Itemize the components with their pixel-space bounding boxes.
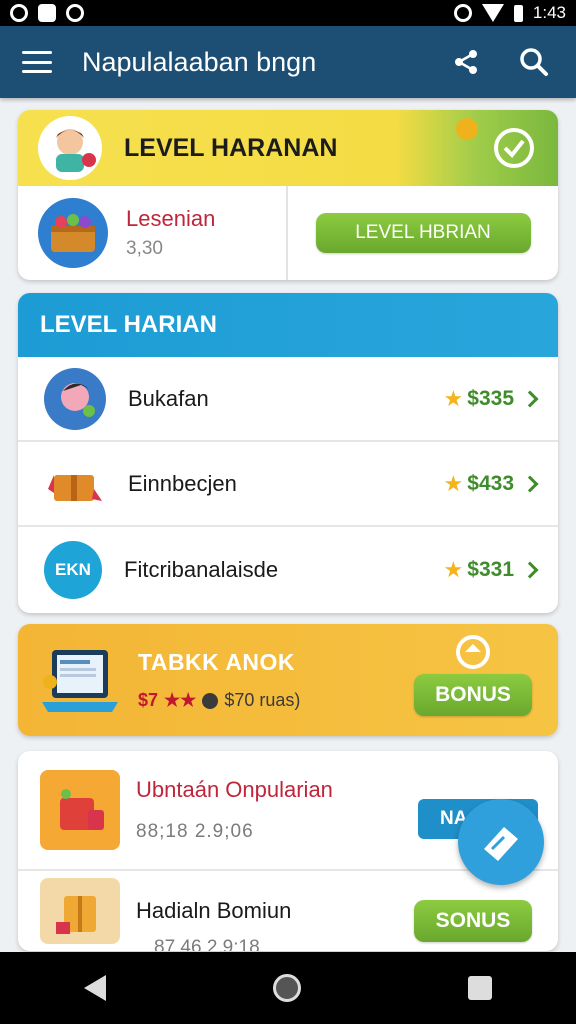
level-card-title: LEVEL HARANAN: [124, 133, 338, 162]
chevron-right-icon: [521, 561, 539, 578]
list-item-price: $331: [467, 557, 514, 581]
list-item-label: Fitcribanalaisde: [124, 556, 279, 582]
bonus-price: $7: [138, 690, 159, 710]
ticket-fab[interactable]: [458, 799, 544, 885]
sonus-button[interactable]: SONUS: [414, 900, 532, 942]
coin-icon: [456, 118, 478, 140]
gift-box-icon: [44, 453, 106, 515]
offer-name: Ubntaán Onpularian: [136, 777, 333, 802]
home-icon[interactable]: [272, 974, 301, 1002]
alarm-icon: [453, 4, 472, 22]
level-card: LEVEL HARANAN Lesenian 3,30 LEVEL HBRIAN: [18, 110, 558, 280]
offer-name: Hadialn Bomiun: [136, 898, 292, 923]
bonus-title: TABKK ANOK: [138, 649, 296, 675]
chevron-right-icon: [521, 390, 539, 407]
list-item[interactable]: Bukafan ★ $335: [18, 357, 558, 442]
checkmark-badge-icon: [494, 128, 534, 168]
lesson-name: Lesenian: [126, 206, 216, 231]
alert-icon: [66, 4, 84, 22]
recent-apps-icon[interactable]: [468, 976, 493, 1000]
wifi-icon: [481, 4, 504, 22]
app-title: Napulalaaban bngn: [82, 46, 317, 77]
offer-item[interactable]: Hadialn Bomiun 87 46 2.9:18 SONUS: [18, 871, 558, 951]
app-notification-icon: [38, 4, 56, 22]
gift-tag-icon: [456, 635, 490, 669]
search-icon: [520, 48, 548, 76]
share-icon: [455, 50, 477, 74]
level-card-header: LEVEL HARANAN: [18, 110, 558, 186]
gift-box-icon: [40, 878, 120, 944]
bonus-amount: $70 ruas): [224, 690, 301, 710]
status-time: 1:43: [532, 3, 566, 22]
system-nav-bar: [0, 952, 576, 1024]
bonus-button[interactable]: BONUS: [414, 674, 532, 716]
list-item-label: Bukafan: [128, 385, 209, 411]
status-bar: 1:43: [0, 0, 576, 26]
search-button[interactable]: [514, 42, 554, 82]
lesson-item[interactable]: Lesenian 3,30: [18, 186, 288, 280]
list-item-price: $335: [467, 386, 514, 410]
basket-icon: [38, 198, 108, 268]
offer-meta: 88;18 2.9;06: [136, 821, 254, 842]
star-icon: ★: [443, 556, 464, 582]
level-daily-button[interactable]: LEVEL HBRIAN: [315, 213, 531, 253]
star-icon: ★: [443, 470, 464, 496]
battery-icon: [513, 4, 523, 22]
daily-level-title: LEVEL HARIAN: [18, 293, 558, 357]
list-item-price: $433: [467, 471, 514, 495]
character-icon: [44, 367, 106, 430]
bonus-card: TABKK ANOK $7 ★★ $70 ruas) BONUS: [18, 624, 558, 736]
tablet-icon: [40, 640, 120, 720]
daily-level-card: LEVEL HARIAN Bukafan ★ $335 Einnbecjen ★…: [18, 293, 558, 613]
app-bar: Napulalaaban bngn: [0, 26, 576, 98]
shopping-bag-icon: [40, 770, 120, 850]
chevron-right-icon: [521, 475, 539, 492]
offer-meta: 87 46 2.9:18: [154, 937, 260, 951]
menu-icon[interactable]: [22, 51, 52, 73]
list-item-label: Einnbecjen: [128, 470, 237, 496]
star-icon: ★: [443, 385, 464, 411]
brand-badge-text: EKN: [55, 559, 91, 579]
brand-badge: EKN: [44, 540, 102, 599]
notification-icon: [10, 4, 28, 22]
bonus-stars: ★★: [164, 690, 197, 710]
list-item[interactable]: Einnbecjen ★ $433: [18, 442, 558, 527]
list-item[interactable]: EKN Fitcribanalaisde ★ $331: [18, 527, 558, 612]
lesson-value: 3,30: [126, 238, 163, 259]
character-avatar: [38, 116, 102, 180]
ticket-icon: [484, 827, 518, 861]
back-icon[interactable]: [83, 975, 106, 1001]
coin-icon: [202, 692, 219, 709]
share-button[interactable]: [446, 42, 486, 82]
